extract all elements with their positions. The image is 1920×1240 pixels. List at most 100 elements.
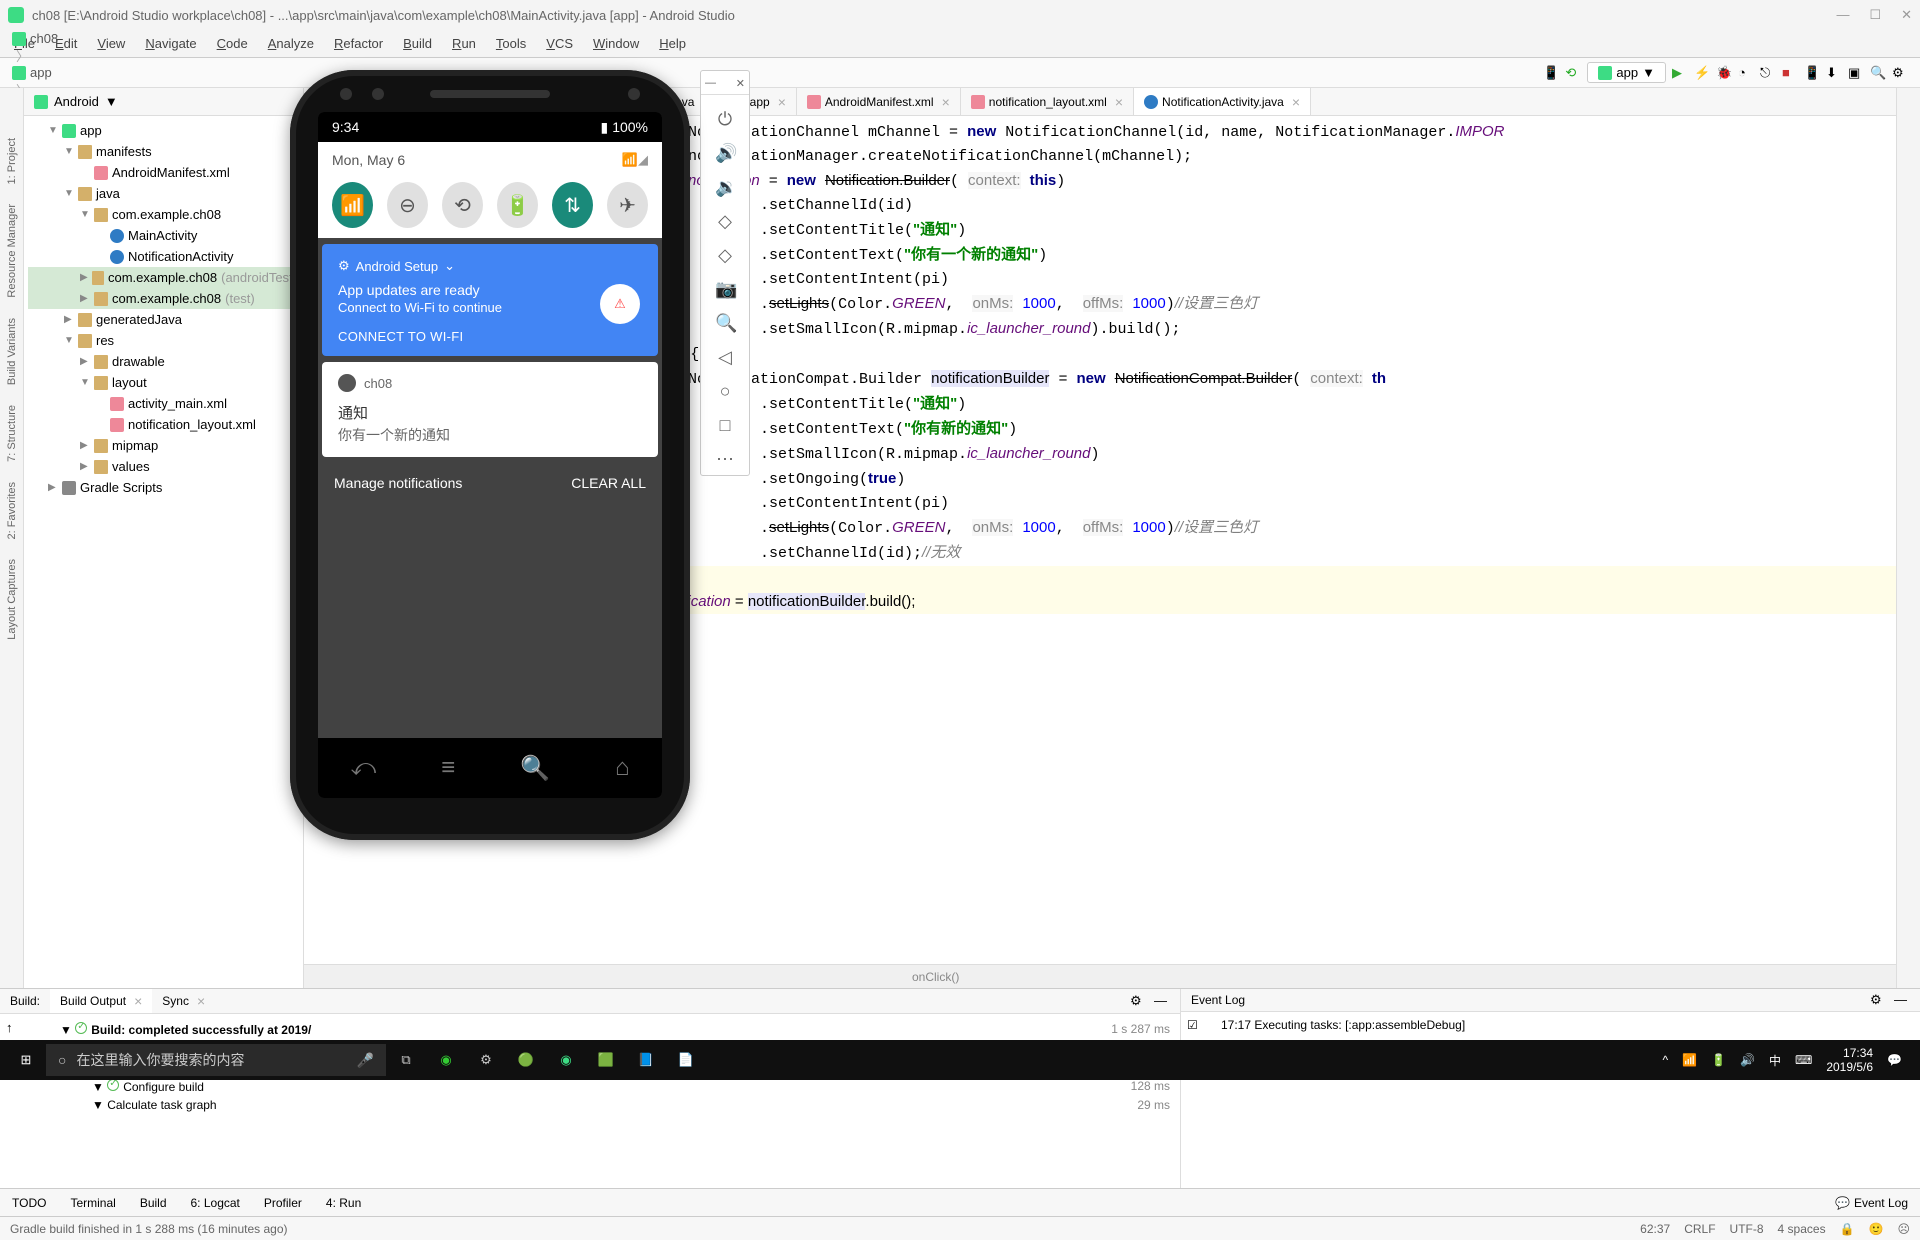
search-icon[interactable]: 🔍 xyxy=(1870,65,1886,81)
menu-refactor[interactable]: Refactor xyxy=(324,32,393,55)
tree-res[interactable]: ▼res xyxy=(28,330,303,351)
gutter-2-favorites[interactable]: 2: Favorites xyxy=(4,472,20,549)
attach-debugger-icon[interactable]: ⎋ xyxy=(1760,65,1776,81)
search-button[interactable]: 🔍 xyxy=(520,754,550,783)
notepad-icon[interactable]: 📄 xyxy=(666,1040,706,1080)
app-icon[interactable]: 📘 xyxy=(626,1040,666,1080)
overview-icon[interactable]: □ xyxy=(715,415,735,435)
minimize-icon[interactable]: — xyxy=(1836,7,1849,23)
event-hide-icon[interactable]: — xyxy=(1894,992,1910,1008)
rotate-right-icon[interactable]: ◇ xyxy=(715,245,735,265)
tree-com-example-ch08[interactable]: ▶com.example.ch08 (test) xyxy=(28,288,303,309)
strip-build[interactable]: Build xyxy=(128,1193,179,1213)
menu-window[interactable]: Window xyxy=(583,32,649,55)
mic-icon[interactable]: 🎤 xyxy=(357,1052,374,1069)
project-panel-header[interactable]: Android ▼ xyxy=(24,88,303,116)
volume-up-icon[interactable]: 🔊 xyxy=(715,143,735,163)
device-icon[interactable]: 📱 xyxy=(1543,65,1559,81)
tree-drawable[interactable]: ▶drawable xyxy=(28,351,303,372)
tree-AndroidManifest-xml[interactable]: AndroidManifest.xml xyxy=(28,162,303,183)
rotate-toggle[interactable]: ⟲ xyxy=(442,182,483,228)
notifications-icon[interactable]: 💬 xyxy=(1887,1053,1902,1067)
volume-icon[interactable]: 🔊 xyxy=(1740,1053,1755,1067)
menu-vcs[interactable]: VCS xyxy=(536,32,583,55)
task-view-icon[interactable]: ⧉ xyxy=(386,1040,426,1080)
emu-close-icon[interactable]: ✕ xyxy=(736,77,745,90)
notification-ch08[interactable]: ch08 通知 你有一个新的通知 xyxy=(322,362,658,457)
debug-icon[interactable]: 🐞 xyxy=(1716,65,1732,81)
settings-app-icon[interactable]: ⚙ xyxy=(466,1040,506,1080)
tab-notification_layout-xml[interactable]: notification_layout.xml× xyxy=(961,88,1134,115)
manage-notifications[interactable]: Manage notifications xyxy=(334,475,462,491)
check-icon[interactable]: ☑ xyxy=(1187,1018,1202,1032)
gutter-7-structure[interactable]: 7: Structure xyxy=(4,395,20,472)
crumb-app[interactable]: app xyxy=(12,65,97,80)
tree-java[interactable]: ▼java xyxy=(28,183,303,204)
home-button[interactable]: ⌂ xyxy=(615,754,630,782)
tree-NotificationActivity[interactable]: NotificationActivity xyxy=(28,246,303,267)
tab-NotificationActivity-java[interactable]: NotificationActivity.java× xyxy=(1134,88,1311,115)
sync-icon[interactable]: ⟲ xyxy=(1565,65,1581,81)
layout-inspector-icon[interactable]: ▣ xyxy=(1848,65,1864,81)
tree-activity_main-xml[interactable]: activity_main.xml xyxy=(28,393,303,414)
build-line[interactable]: ▼ Calculate task graph29 ms xyxy=(60,1096,1170,1114)
tree-layout[interactable]: ▼layout xyxy=(28,372,303,393)
strip-4-run[interactable]: 4: Run xyxy=(314,1193,373,1213)
menu-tools[interactable]: Tools xyxy=(486,32,536,55)
strip-6-logcat[interactable]: 6: Logcat xyxy=(179,1193,252,1213)
ime-icon[interactable]: 中 xyxy=(1769,1052,1781,1069)
menu-button[interactable]: ≡ xyxy=(441,754,455,782)
tree-MainActivity[interactable]: MainActivity xyxy=(28,225,303,246)
tree-notification_layout-xml[interactable]: notification_layout.xml xyxy=(28,414,303,435)
gutter-build-variants[interactable]: Build Variants xyxy=(4,308,20,395)
wifi-toggle[interactable]: 📶 xyxy=(332,182,373,228)
menu-build[interactable]: Build xyxy=(393,32,442,55)
maximize-icon[interactable]: ☐ xyxy=(1869,7,1881,23)
power-icon[interactable]: ⏻ xyxy=(715,109,735,129)
tree-com-example-ch08[interactable]: ▶com.example.ch08 (androidTest) xyxy=(28,267,303,288)
up-icon[interactable]: ↑ xyxy=(6,1020,18,1035)
zoom-icon[interactable]: 🔍 xyxy=(715,313,735,333)
encoding[interactable]: UTF-8 xyxy=(1730,1222,1764,1236)
dnd-toggle[interactable]: ⊖ xyxy=(387,182,428,228)
profile-icon[interactable]: ◔ xyxy=(1738,65,1754,81)
indent[interactable]: 4 spaces xyxy=(1778,1222,1826,1236)
rotate-left-icon[interactable]: ◇ xyxy=(715,211,735,231)
tree-com-example-ch08[interactable]: ▼com.example.ch08 xyxy=(28,204,303,225)
stop-icon[interactable]: ■ xyxy=(1782,65,1798,81)
build-line[interactable]: ▼ Build: completed successfully at 2019/… xyxy=(60,1020,1170,1039)
taskbar-search[interactable]: ○ 在这里输入你要搜索的内容 🎤 xyxy=(46,1044,386,1076)
project-tree[interactable]: ▼app▼manifestsAndroidManifest.xml▼java▼c… xyxy=(24,116,303,502)
airplane-toggle[interactable]: ✈ xyxy=(607,182,648,228)
event-log-button[interactable]: 💬 Event Log xyxy=(1823,1193,1920,1213)
camera-icon[interactable]: 📷 xyxy=(715,279,735,299)
gutter-layout-captures[interactable]: Layout Captures xyxy=(4,549,20,650)
event-settings-icon[interactable]: ⚙ xyxy=(1870,992,1886,1008)
wechat-icon[interactable]: ◉ xyxy=(426,1040,466,1080)
tree-mipmap[interactable]: ▶mipmap xyxy=(28,435,303,456)
menu-help[interactable]: Help xyxy=(649,32,696,55)
system-tray[interactable]: ^ 📶 🔋 🔊 中 ⌨ 17:342019/5/6 💬 xyxy=(1662,1046,1914,1074)
close-icon[interactable]: ✕ xyxy=(1901,7,1912,23)
tree-app[interactable]: ▼app xyxy=(28,120,303,141)
lock-icon[interactable]: 🔒 xyxy=(1840,1222,1855,1236)
cursor-position[interactable]: 62:37 xyxy=(1640,1222,1670,1236)
menu-run[interactable]: Run xyxy=(442,32,486,55)
build-output-tab[interactable]: Build Output× xyxy=(50,989,152,1013)
run-icon[interactable]: ▶ xyxy=(1672,65,1688,81)
android-studio-taskbar-icon[interactable]: ◉ xyxy=(546,1040,586,1080)
crumb-ch08[interactable]: ch08 xyxy=(12,31,97,46)
data-toggle[interactable]: ⇅ xyxy=(552,182,593,228)
tray-up-icon[interactable]: ^ xyxy=(1662,1053,1668,1067)
keyboard-icon[interactable]: ⌨ xyxy=(1795,1053,1812,1067)
sad-icon[interactable]: ☹ xyxy=(1897,1222,1910,1236)
battery-icon[interactable]: 🔋 xyxy=(1711,1053,1726,1067)
chrome-icon[interactable]: 🟢 xyxy=(506,1040,546,1080)
battery-toggle[interactable]: 🔋 xyxy=(497,182,538,228)
strip-todo[interactable]: TODO xyxy=(0,1193,58,1213)
tree-generatedJava[interactable]: ▶generatedJava xyxy=(28,309,303,330)
sdk-manager-icon[interactable]: ⬇ xyxy=(1826,65,1842,81)
avd-manager-icon[interactable]: 📱 xyxy=(1804,65,1820,81)
settings-icon[interactable]: ⚙ xyxy=(1892,65,1908,81)
strip-terminal[interactable]: Terminal xyxy=(58,1193,127,1213)
